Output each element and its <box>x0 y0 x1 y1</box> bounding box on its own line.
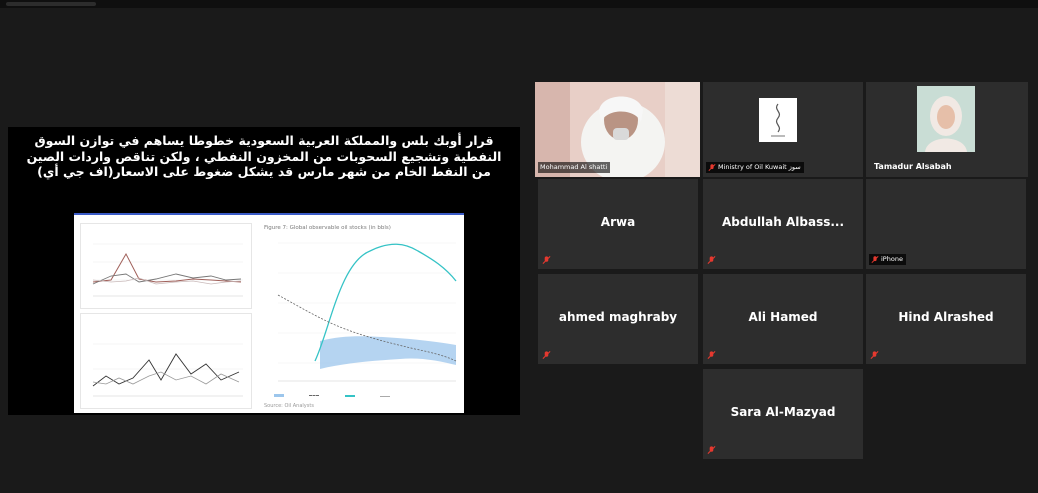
participant-name: Abdullah Albass... <box>721 215 845 229</box>
participant-tile-2[interactable]: Ministry of Oil Kuwait سوز <box>703 82 863 177</box>
muted-mic-icon <box>870 351 879 359</box>
logo-icon <box>771 103 785 137</box>
source-note: Source: Oil Analysts <box>264 403 314 409</box>
participant-label: Ministry of Oil Kuwait سوز <box>706 162 804 173</box>
figure-title: Figure 7: Global observable oil stocks (… <box>264 225 391 231</box>
series-gray <box>92 273 242 285</box>
slide-figure: Figure 7: Global observable oil stocks (… <box>74 213 464 413</box>
muted-mic-icon <box>542 351 551 359</box>
muted-mic-icon <box>707 256 716 264</box>
chart-left-top <box>92 243 243 297</box>
participant-name: ahmed maghraby <box>558 310 678 324</box>
chart-legend <box>274 393 454 399</box>
participant-tile-8[interactable]: Ali Hamed <box>703 274 863 364</box>
participant-name: Ali Hamed <box>748 310 818 324</box>
participant-tile-6[interactable]: iPhone <box>866 179 1026 269</box>
participant-tile-7[interactable]: ahmed maghraby <box>538 274 698 364</box>
chart-panel-main <box>260 233 460 393</box>
chart-panel-left-bottom <box>80 313 252 409</box>
muted-mic-icon <box>707 446 716 454</box>
ministry-logo <box>759 98 797 142</box>
device-name: iPhone <box>881 255 903 263</box>
series-gray-2 <box>92 371 240 385</box>
muted-mic-icon <box>707 351 716 359</box>
participant-tile-4[interactable]: Arwa <box>538 179 698 269</box>
slide-headline: قرار أوبك بلس والمملكة العربية السعودية … <box>26 133 502 179</box>
muted-mic-icon <box>871 255 879 264</box>
top-bar <box>0 0 1038 8</box>
participant-name: Sara Al-Mazyad <box>730 405 836 419</box>
participant-name: Mohammad Al shatti <box>540 163 608 171</box>
participant-tile-1[interactable]: Mohammad Al shatti <box>535 82 700 177</box>
slide-accent-line <box>74 213 464 215</box>
profile-photo <box>917 86 975 152</box>
participant-name: Arwa <box>600 215 636 229</box>
chart-left-bottom <box>92 343 243 397</box>
chart-main <box>277 242 457 382</box>
shared-screen: قرار أوبك بلس والمملكة العربية السعودية … <box>8 127 520 415</box>
participant-name: Hind Alrashed <box>898 310 994 324</box>
participant-tile-10[interactable]: Sara Al-Mazyad <box>703 369 863 459</box>
participant-name: Ministry of Oil Kuwait سوز <box>718 163 801 171</box>
participant-tile-9[interactable]: Hind Alrashed <box>866 274 1026 364</box>
participant-name-overlay: Tamadur Alsabah <box>874 162 952 171</box>
chart-panel-left-top <box>80 223 252 309</box>
series-black <box>92 353 240 387</box>
range-band <box>320 336 456 369</box>
participant-tile-3[interactable]: Tamadur Alsabah <box>866 82 1028 177</box>
participant-label: iPhone <box>869 254 906 265</box>
participant-tile-5[interactable]: Abdullah Albass... <box>703 179 863 269</box>
muted-mic-icon <box>708 163 716 172</box>
participant-label: Mohammad Al shatti <box>538 162 611 173</box>
muted-mic-icon <box>542 256 551 264</box>
window-tab[interactable] <box>6 2 96 6</box>
